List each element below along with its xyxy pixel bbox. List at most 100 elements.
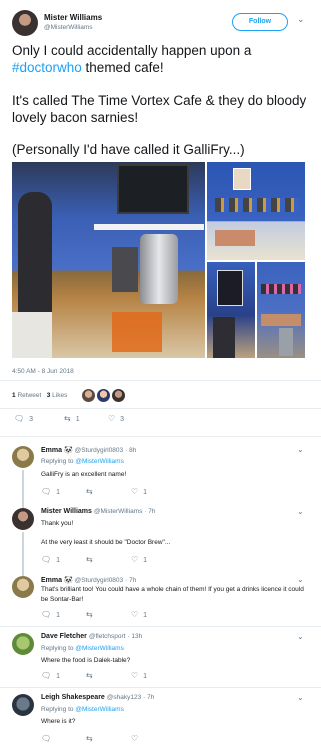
follow-button[interactable]: Follow [232,13,288,31]
like-button[interactable]: ♡ 1 [131,671,147,681]
reply-icon: 🗨 [41,734,52,743]
reply-text: GalliFry is an excellent name! [41,471,127,478]
retweet-button[interactable]: ⇆ [86,610,93,620]
reply-item[interactable]: Emma 🐼 @Sturdygirl0803 · 7h ⌄ That's bri… [0,568,321,624]
reply-avatar[interactable] [12,633,34,655]
reply-time[interactable]: · 8h [125,447,136,454]
person-figure [213,317,235,358]
reply-time[interactable]: · 7h [144,508,155,515]
retweet-icon: ⇆ [86,734,93,743]
divider [0,408,321,409]
photo-cafe-counter[interactable] [12,162,205,358]
liker-avatar[interactable] [112,389,125,402]
mention-link[interactable]: @MisterWilliams [75,458,123,465]
reply-icon: 🗨 [41,610,52,619]
photo-grid [12,162,305,358]
frame [233,168,251,190]
author-name[interactable]: Mister Williams [44,13,102,22]
reply-handle: @shaky123 [106,694,142,701]
reply-button[interactable]: 🗨 1 [41,671,60,681]
reply-text: At the very least it should be "Doctor B… [41,539,171,546]
tweet-text-part: Only I could accidentally happen upon a [12,43,252,58]
tweet-text-para3: (Personally I'd have called it GalliFry.… [12,142,245,157]
mention-link[interactable]: @MisterWilliams [75,706,123,713]
reply-item[interactable]: Leigh Shakespeare @shaky123 · 7h ⌄ Reply… [0,690,321,748]
reply-item[interactable]: Mister Williams @MisterWilliams · 7h ⌄ T… [0,500,321,572]
like-button[interactable]: ♡ 3 [108,414,124,424]
reply-time[interactable]: · 7h [143,694,154,701]
like-count: 1 [143,488,148,496]
chevron-down-icon[interactable]: ⌄ [297,693,304,702]
reply-button[interactable]: 🗨 1 [41,555,60,565]
chevron-down-icon[interactable]: ⌄ [297,575,304,584]
tweet-text-para2: It's called The Time Vortex Cafe & they … [12,93,307,125]
reply-author[interactable]: Emma 🐼 @Sturdygirl0803 · 8h [41,446,136,454]
photo-shelf[interactable] [257,262,305,358]
reply-time[interactable]: · 13h [127,633,142,640]
retweet-button[interactable]: ⇆ [86,487,93,497]
retweet-button[interactable]: ⇆ [86,671,93,681]
reply-actions: 🗨 ⇆ ♡ [41,734,241,746]
reply-actions: 🗨 1 ⇆ ♡ 1 [41,671,241,683]
chevron-down-icon[interactable]: ⌄ [297,507,304,516]
reply-time[interactable]: · 7h [125,577,136,584]
reply-avatar[interactable] [12,446,34,468]
reply-author[interactable]: Dave Fletcher @fletchsport · 13h [41,633,142,640]
author-avatar[interactable] [12,10,38,36]
heart-icon: ♡ [131,671,139,680]
reply-button[interactable]: 🗨 1 [41,610,60,620]
shelf [94,224,204,230]
reply-button[interactable]: 🗨 3 [14,414,33,424]
retweet-label[interactable]: Retweet [17,392,41,399]
like-button[interactable]: ♡ 1 [131,610,147,620]
reply-author[interactable]: Emma 🐼 @Sturdygirl0803 · 7h [41,576,136,584]
thread-line [22,532,24,572]
photo-bunting-wall[interactable] [207,162,305,260]
author-handle[interactable]: @MisterWilliams [44,24,92,31]
reply-avatar[interactable] [12,576,34,598]
reply-avatar[interactable] [12,694,34,716]
reply-item[interactable]: Dave Fletcher @fletchsport · 13h ⌄ Reply… [0,629,321,685]
like-button[interactable]: ♡ [131,734,138,744]
replying-to: Replying to @MisterWilliams [41,458,124,465]
reply-text: Thank you! [41,520,74,527]
liker-avatar[interactable] [82,389,95,402]
mention-link[interactable]: @MisterWilliams [75,645,123,652]
heart-icon: ♡ [131,734,139,743]
like-button[interactable]: ♡ 1 [131,487,147,497]
reply-avatar[interactable] [12,508,34,530]
chevron-down-icon[interactable]: ⌄ [297,445,304,454]
heart-icon: ♡ [131,610,139,619]
reply-item[interactable]: Emma 🐼 @Sturdygirl0803 · 8h ⌄ Replying t… [0,440,321,502]
figurines [215,230,255,246]
retweet-icon: ⇆ [86,610,93,619]
replying-prefix: Replying to [41,706,74,713]
retweet-icon: ⇆ [64,414,71,423]
liker-avatar[interactable] [97,389,110,402]
retweet-button[interactable]: ⇆ 1 [64,414,80,424]
reply-author[interactable]: Leigh Shakespeare @shaky123 · 7h [41,694,154,701]
retweet-button[interactable]: ⇆ [86,555,93,565]
reply-button[interactable]: 🗨 [41,734,51,744]
tweet-timestamp[interactable]: 4:50 AM - 8 Jun 2018 [12,368,74,375]
likes-count[interactable]: 3 [47,392,51,399]
photo-poster[interactable] [207,262,255,358]
reply-author[interactable]: Mister Williams @MisterWilliams · 7h [41,508,156,515]
reply-button[interactable]: 🗨 1 [41,487,60,497]
like-button[interactable]: ♡ 1 [131,555,147,565]
poster [217,270,243,306]
retweet-action-count: 1 [75,415,80,423]
bunting [261,284,301,294]
chevron-down-icon[interactable]: ⌄ [297,14,305,25]
hashtag-link[interactable]: #doctorwho [12,60,82,75]
urn [279,328,293,356]
reply-text: Where is it? [41,718,76,725]
reply-count: 1 [56,611,61,619]
retweet-count[interactable]: 1 [12,392,16,399]
chevron-down-icon[interactable]: ⌄ [297,632,304,641]
retweet-button[interactable]: ⇆ [86,734,93,744]
reply-author-name: Emma [41,447,63,454]
heart-icon: ♡ [131,555,139,564]
likes-label[interactable]: Likes [52,392,67,399]
reply-author-name: Emma [41,577,63,584]
